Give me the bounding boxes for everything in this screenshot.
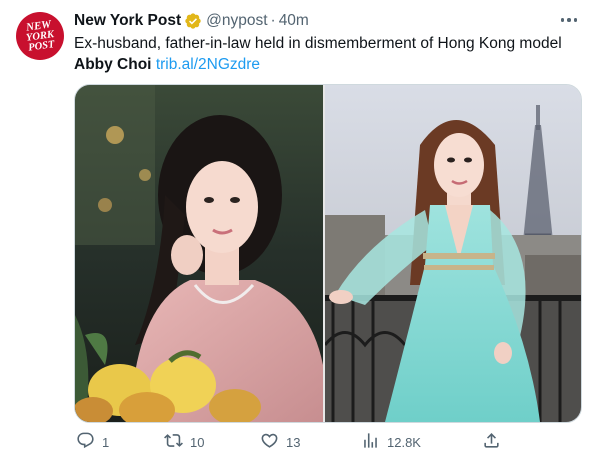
separator-dot: ·	[270, 12, 276, 29]
media-photo-right[interactable]	[325, 85, 581, 422]
like-button[interactable]: 13	[260, 430, 300, 454]
retweet-count: 10	[190, 434, 205, 450]
author-handle[interactable]: @nypost	[206, 12, 267, 30]
tweet-text: Ex-husband, father-in-law held in dismem…	[74, 33, 579, 75]
author-name[interactable]: New York Post	[74, 12, 181, 30]
new-york-post-logo: NEW YORK POST	[24, 18, 56, 54]
avatar[interactable]: NEW YORK POST	[16, 12, 64, 60]
verified-badge-icon	[184, 12, 202, 30]
views-count: 12.8K	[387, 434, 421, 450]
heart-icon	[260, 431, 279, 453]
tweet-header: New York Post @nypost · 40m	[74, 10, 309, 32]
like-count: 13	[286, 434, 301, 450]
reply-icon	[76, 431, 95, 453]
reply-button[interactable]: 1	[76, 430, 109, 454]
media-photo-left[interactable]	[75, 85, 323, 422]
share-button[interactable]	[482, 430, 501, 454]
more-horizontal-icon[interactable]	[558, 12, 580, 28]
tweet-actions-bar: 1 10 13 12.8K	[74, 430, 580, 454]
tweet-timestamp[interactable]: 40m	[279, 12, 309, 30]
retweet-icon	[164, 431, 183, 453]
views-button[interactable]: 12.8K	[361, 430, 421, 454]
tweet-link[interactable]: trib.al/2NGzdre	[156, 56, 260, 73]
tweet-card: NEW YORK POST New York Post @nypost · 40…	[0, 0, 591, 458]
views-chart-icon	[361, 431, 380, 453]
reply-count: 1	[102, 434, 110, 450]
svg-text:POST: POST	[28, 39, 56, 54]
share-icon	[482, 431, 501, 453]
tweet-text-body: Ex-husband, father-in-law held in dismem…	[74, 35, 562, 52]
media-gallery	[74, 84, 582, 423]
tweet-text-bold: Abby Choi	[74, 56, 152, 73]
retweet-button[interactable]: 10	[164, 430, 204, 454]
